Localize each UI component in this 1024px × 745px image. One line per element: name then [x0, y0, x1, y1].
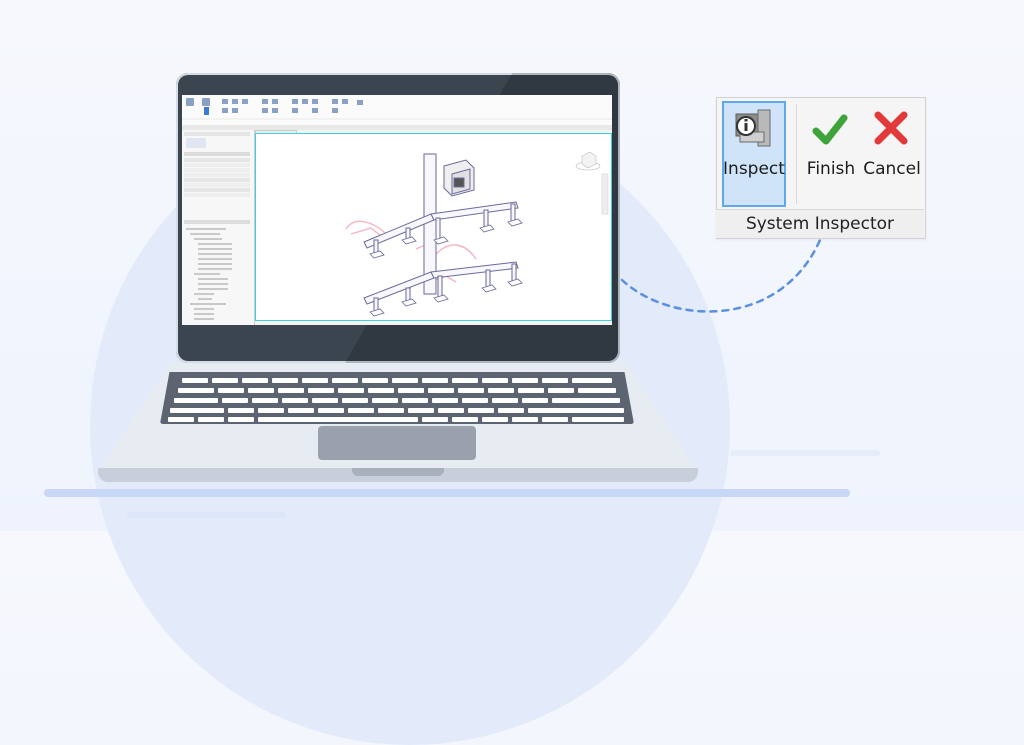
checkmark-icon[interactable]	[812, 112, 848, 148]
keyboard-keys	[160, 374, 632, 424]
touchpad	[318, 426, 476, 460]
finish-button[interactable]: Finish	[803, 159, 859, 179]
toolbar-separator	[796, 104, 797, 204]
app-screen	[182, 95, 612, 325]
cancel-button[interactable]: Cancel	[862, 159, 922, 179]
properties-panel	[182, 130, 255, 325]
ribbon-toolbar	[182, 95, 612, 126]
project-browser-tree	[186, 228, 232, 320]
floor-line	[730, 450, 880, 456]
inspect-pipe-icon	[735, 109, 771, 147]
3d-viewport[interactable]	[255, 133, 612, 321]
laptop-notch	[352, 468, 444, 476]
floor-line	[126, 512, 286, 518]
panel-title: System Inspector	[716, 209, 924, 238]
ribbon-icons	[182, 98, 612, 120]
inspect-label: Inspect	[723, 159, 785, 179]
x-mark-icon[interactable]	[873, 110, 909, 148]
duct-system-drawing	[345, 151, 609, 317]
callout-connector	[620, 238, 822, 313]
floor-line	[44, 489, 850, 497]
